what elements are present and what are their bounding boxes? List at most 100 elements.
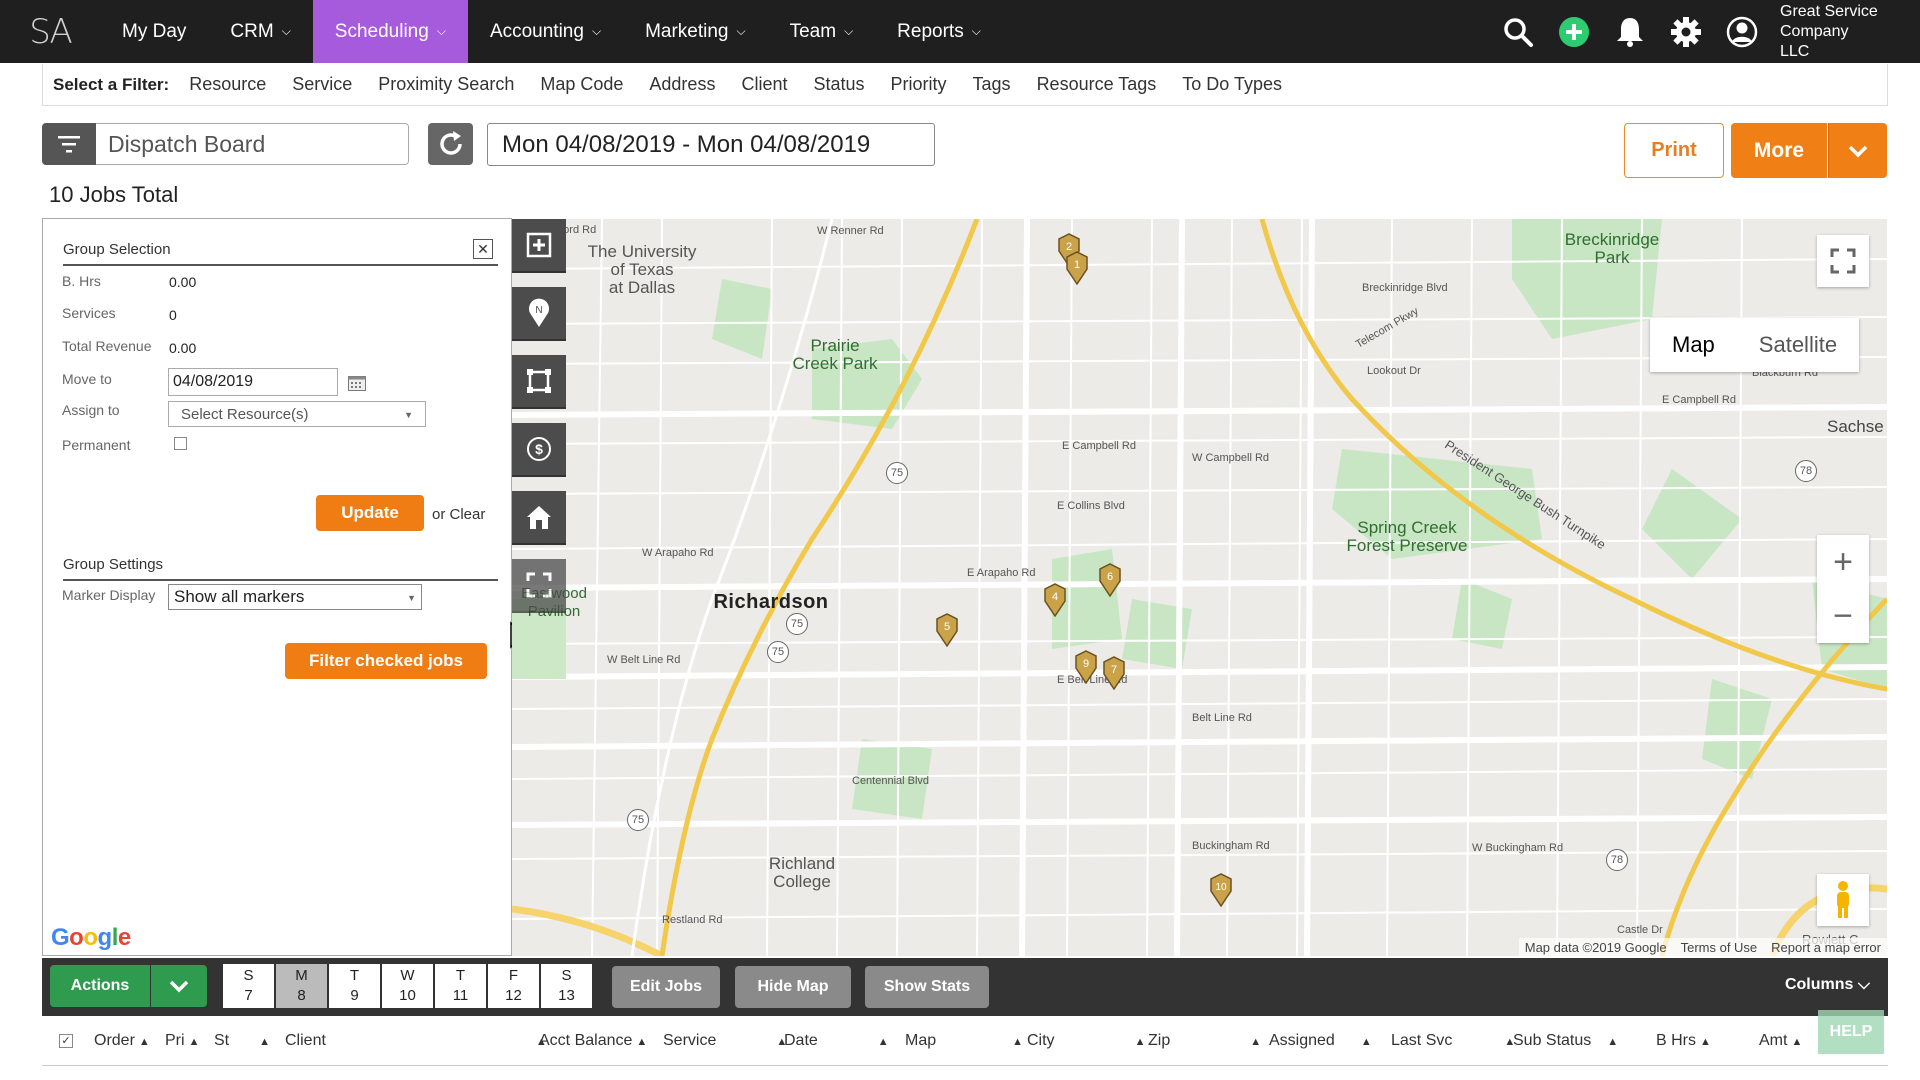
refresh-button[interactable]: [428, 123, 473, 165]
filter-client[interactable]: Client: [741, 74, 787, 95]
map-tool-pin[interactable]: N: [512, 287, 566, 341]
map-tool-add[interactable]: [512, 219, 566, 273]
permanent-checkbox[interactable]: [174, 437, 187, 450]
map-fullscreen-button[interactable]: [1817, 235, 1869, 287]
zoom-out-button[interactable]: −: [1817, 589, 1869, 643]
sort-icon: ▲: [636, 1036, 648, 1048]
nav-accounting[interactable]: Accounting ⌵: [468, 0, 623, 63]
col-order[interactable]: Order ▲: [94, 1032, 150, 1050]
nav-my-day[interactable]: My Day: [100, 0, 208, 63]
col-assigned[interactable]: Assigned ▲: [1269, 1032, 1372, 1050]
nav-marketing[interactable]: Marketing ⌵: [623, 0, 768, 63]
table-row[interactable]: [42, 1066, 1888, 1080]
board-name-field[interactable]: Dispatch Board: [96, 123, 409, 165]
map-label-utd: The University of Texas at Dallas: [587, 242, 697, 297]
filter-tags[interactable]: Tags: [973, 74, 1011, 95]
help-button[interactable]: HELP: [1818, 1010, 1884, 1054]
columns-button[interactable]: Columns ⌵: [1785, 976, 1870, 994]
col-service[interactable]: Service ▲: [663, 1032, 787, 1050]
calendar-icon[interactable]: [348, 375, 366, 391]
day-wed[interactable]: W 10: [381, 963, 434, 1009]
assign-resource-select[interactable]: Select Resource(s) ▼: [168, 401, 426, 427]
move-to-date-input[interactable]: 04/08/2019: [168, 368, 338, 396]
col-city[interactable]: City ▲: [1027, 1032, 1145, 1050]
street-view-button[interactable]: [1817, 874, 1869, 926]
job-marker[interactable]: 10: [1209, 873, 1233, 908]
job-marker[interactable]: 7: [1102, 656, 1126, 691]
group-selection-panel: Group Selection ✕ B. Hrs 0.00 Services 0…: [42, 218, 531, 956]
col-date[interactable]: Date ▲: [784, 1032, 889, 1050]
col-pri[interactable]: Pri ▲︎: [165, 1032, 199, 1050]
filter-map-code[interactable]: Map Code: [540, 74, 623, 95]
more-button[interactable]: More: [1731, 123, 1827, 178]
update-button[interactable]: Update: [316, 495, 424, 531]
job-marker[interactable]: 1: [1065, 251, 1089, 286]
col-pri-label: Pri: [165, 1032, 185, 1049]
dispatch-map[interactable]: The University of Texas at Dallas Prairie C…: [512, 219, 1887, 956]
day-fri[interactable]: F 12: [487, 963, 540, 1009]
job-marker[interactable]: 6: [1098, 563, 1122, 598]
filter-checked-jobs-button[interactable]: Filter checked jobs: [285, 643, 487, 679]
col-zip[interactable]: Zip ▲: [1148, 1032, 1261, 1050]
job-marker[interactable]: 9: [1074, 650, 1098, 685]
show-stats-button[interactable]: Show Stats: [865, 966, 989, 1008]
edit-jobs-button[interactable]: Edit Jobs: [612, 966, 720, 1008]
nav-crm[interactable]: CRM ⌵: [208, 0, 312, 63]
settings-button[interactable]: [1658, 0, 1714, 63]
filter-resource-tags[interactable]: Resource Tags: [1037, 74, 1157, 95]
day-thu[interactable]: T 11: [434, 963, 487, 1009]
map-type-map[interactable]: Map: [1650, 318, 1737, 372]
day-sun[interactable]: S7: [222, 963, 275, 1009]
filter-status[interactable]: Status: [813, 74, 864, 95]
col-acct-balance[interactable]: Acct Balance ▲: [539, 1032, 647, 1050]
notifications-button[interactable]: [1602, 0, 1658, 63]
hide-map-button[interactable]: Hide Map: [735, 966, 851, 1008]
filter-service[interactable]: Service: [292, 74, 352, 95]
col-amt-label: Amt: [1759, 1032, 1788, 1049]
close-panel-button[interactable]: ✕: [473, 239, 493, 259]
col-sub-status[interactable]: Sub Status ▲: [1513, 1032, 1618, 1050]
actions-dropdown-toggle[interactable]: [151, 965, 207, 1007]
sort-icon: ▲: [1134, 1036, 1146, 1048]
nav-reports[interactable]: Reports ⌵: [875, 0, 1003, 63]
report-map-error-link[interactable]: Report a map error: [1771, 940, 1881, 955]
nav-team[interactable]: Team ⌵: [768, 0, 876, 63]
filter-address[interactable]: Address: [649, 74, 715, 95]
marker-display-select[interactable]: Show all markers ▼: [168, 584, 422, 610]
map-tool-expand[interactable]: [512, 559, 566, 613]
clear-link[interactable]: or Clear: [432, 506, 485, 523]
date-range-field[interactable]: Mon 04/08/2019 - Mon 04/08/2019: [487, 123, 935, 166]
actions-button[interactable]: Actions: [50, 965, 150, 1007]
map-tool-home[interactable]: [512, 491, 566, 545]
app-logo[interactable]: SA: [0, 0, 100, 63]
col-amt[interactable]: Amt ▲: [1759, 1032, 1802, 1050]
job-marker[interactable]: 4: [1043, 583, 1067, 618]
filter-resource[interactable]: Resource: [189, 74, 266, 95]
nav-scheduling[interactable]: Scheduling ⌵: [312, 0, 468, 63]
company-name[interactable]: Great Service Company LLC: [1770, 2, 1920, 62]
zoom-in-button[interactable]: +: [1817, 535, 1869, 589]
day-sat[interactable]: S 13: [540, 963, 593, 1009]
col-map[interactable]: Map ▲: [905, 1032, 1023, 1050]
map-tool-route[interactable]: $: [512, 423, 566, 477]
add-button[interactable]: [1546, 0, 1602, 63]
board-filter-button[interactable]: [42, 123, 96, 165]
filter-priority[interactable]: Priority: [891, 74, 947, 95]
col-client[interactable]: Client ▲: [285, 1032, 547, 1050]
col-last-svc[interactable]: Last Svc ▲: [1391, 1032, 1515, 1050]
filter-to-do-types[interactable]: To Do Types: [1182, 74, 1282, 95]
map-type-satellite[interactable]: Satellite: [1737, 318, 1859, 372]
filter-proximity-search[interactable]: Proximity Search: [378, 74, 514, 95]
search-button[interactable]: [1490, 0, 1546, 63]
more-dropdown-toggle[interactable]: [1828, 123, 1887, 178]
user-menu-button[interactable]: [1714, 0, 1770, 63]
day-tue[interactable]: T9: [328, 963, 381, 1009]
job-marker[interactable]: 5: [935, 613, 959, 648]
col-b-hrs[interactable]: B Hrs ▲: [1656, 1032, 1711, 1050]
print-button[interactable]: Print: [1624, 123, 1724, 178]
map-tool-select-area[interactable]: [512, 355, 566, 409]
day-mon[interactable]: M8: [275, 963, 328, 1009]
col-st[interactable]: St ▲: [214, 1032, 270, 1050]
terms-of-use-link[interactable]: Terms of Use: [1681, 940, 1758, 955]
select-all-checkbox[interactable]: ✓: [59, 1034, 73, 1048]
